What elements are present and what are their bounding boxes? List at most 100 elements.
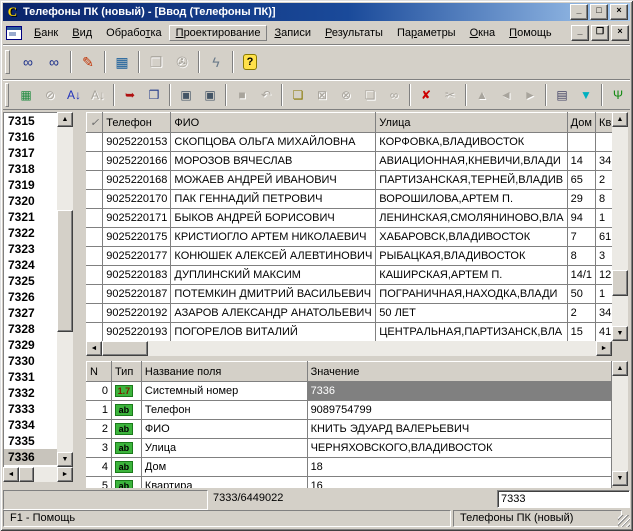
field-value-cell[interactable]: 18 — [307, 458, 611, 477]
filter-button[interactable]: ▼ — [574, 83, 598, 107]
scroll-right-icon[interactable]: ► — [596, 341, 612, 356]
field-row[interactable]: 4abДом18 — [87, 458, 612, 477]
goto-record-input[interactable] — [497, 490, 630, 508]
table-row[interactable]: 9025220170ПАК ГЕННАДИЙ ПЕТРОВИЧВОРОШИЛОВ… — [87, 190, 613, 209]
table-row[interactable]: 9025220187ПОТЕМКИН ДМИТРИЙ ВАСИЛЬЕВИЧПОГ… — [87, 285, 613, 304]
record-number-item[interactable]: 7336 — [4, 449, 58, 465]
table-horizontal-scrollbar[interactable]: ◄ ► — [86, 341, 612, 356]
table-row[interactable]: 9025220153СКОПЦОВА ОЛЬГА МИХАЙЛОВНАКОРФО… — [87, 133, 613, 152]
row-select-cell[interactable] — [87, 266, 103, 285]
column-header-phone[interactable]: Телефон — [103, 113, 171, 133]
print-all-button[interactable]: ▣ — [198, 83, 222, 107]
column-header-house[interactable]: Дом — [567, 113, 595, 133]
menu-item-proektirovanie[interactable]: Проектирование — [169, 25, 268, 41]
menu-item-rezultaty[interactable]: Результаты — [318, 25, 390, 41]
record-number-item[interactable]: 7315 — [4, 113, 58, 129]
print-record-button[interactable]: ▣ — [174, 83, 198, 107]
field-value-cell[interactable]: 7336 — [307, 382, 611, 401]
row-select-cell[interactable] — [87, 228, 103, 247]
record-number-item[interactable]: 7332 — [4, 385, 58, 401]
scroll-up-icon[interactable]: ▲ — [57, 112, 73, 127]
menu-item-zapisi[interactable]: Записи — [267, 25, 318, 41]
child-close-button[interactable]: × — [611, 25, 629, 41]
field-value-cell[interactable]: КНИТЬ ЭДУАРД ВАЛЕРЬЕВИЧ — [307, 420, 611, 439]
table-hscrollbar-thumb[interactable] — [102, 341, 148, 356]
table-scrollbar-thumb[interactable] — [612, 270, 628, 296]
table-row[interactable]: 9025220177КОНЮШЕК АЛЕКСЕЙ АЛЕВТИНОВИЧРЫБ… — [87, 247, 613, 266]
minimize-button[interactable]: _ — [570, 4, 588, 20]
search-document-button[interactable]: ∞ — [41, 49, 67, 75]
row-select-cell[interactable] — [87, 285, 103, 304]
table-row[interactable]: 9025220192АЗАРОВ АЛЕКСАНДР АНАТОЛЬЕВИЧ50… — [87, 304, 613, 323]
field-row[interactable]: 1abТелефон9089754799 — [87, 401, 612, 420]
record-number-item[interactable]: 7334 — [4, 417, 58, 433]
record-number-item[interactable]: 7318 — [4, 161, 58, 177]
field-row[interactable]: 01.7Системный номер7336 — [87, 382, 612, 401]
record-number-item[interactable]: 7335 — [4, 433, 58, 449]
field-value-cell[interactable]: 16 — [307, 477, 611, 489]
menu-item-parametry[interactable]: Параметры — [390, 25, 463, 41]
scroll-down-icon[interactable]: ▼ — [612, 326, 628, 341]
table-row[interactable]: 9025220171БЫКОВ АНДРЕЙ БОРИСОВИЧЛЕНИНСКА… — [87, 209, 613, 228]
table-row[interactable]: 9025220175КРИСТИОГЛО АРТЕМ НИКОЛАЕВИЧХАБ… — [87, 228, 613, 247]
record-form-button[interactable]: ▤ — [550, 83, 574, 107]
load-record-button[interactable]: ➥ — [118, 83, 142, 107]
menu-item-vid[interactable]: Вид — [65, 25, 99, 41]
scroll-down-icon[interactable]: ▼ — [57, 452, 73, 467]
title-bar[interactable]: C Телефоны ПК (новый) - [Ввод (Телефоны … — [3, 3, 630, 21]
field-value-cell[interactable]: 9089754799 — [307, 401, 611, 420]
row-select-cell[interactable] — [87, 190, 103, 209]
record-number-item[interactable]: 7320 — [4, 193, 58, 209]
table-row[interactable]: 9025220193ПОГОРЕЛОВ ВИТАЛИЙЦЕНТРАЛЬНАЯ,П… — [87, 323, 613, 342]
menu-item-obrabotka[interactable]: Обработка — [99, 25, 169, 41]
record-number-item[interactable]: 7333 — [4, 401, 58, 417]
sort-button[interactable]: А↓ — [62, 83, 86, 107]
column-header-fio[interactable]: ФИО — [171, 113, 376, 133]
field-value-cell[interactable]: ЧЕРНЯХОВСКОГО,ВЛАДИВОСТОК — [307, 439, 611, 458]
toolbar-grip[interactable] — [5, 50, 10, 74]
record-number-item[interactable]: 7331 — [4, 369, 58, 385]
field-row[interactable]: 5abКвартира16 — [87, 477, 612, 489]
scroll-right-icon[interactable]: ► — [57, 467, 73, 482]
record-number-item[interactable]: 7326 — [4, 289, 58, 305]
edit-mode-button[interactable]: ✎ — [75, 49, 101, 75]
table-row[interactable]: 9025220166МОРОЗОВ ВЯЧЕСЛАВАВИАЦИОННАЯ,КН… — [87, 152, 613, 171]
table-row[interactable]: 9025220183ДУПЛИНСКИЙ МАКСИМКАШИРСКАЯ,АРТ… — [87, 266, 613, 285]
record-number-item[interactable]: 7325 — [4, 273, 58, 289]
menu-item-pomosch[interactable]: Помощь — [502, 25, 559, 41]
row-select-cell[interactable] — [87, 323, 103, 342]
table-row[interactable]: 9025220168МОЖАЕВ АНДРЕЙ ИВАНОВИЧПАРТИЗАН… — [87, 171, 613, 190]
maximize-button[interactable]: □ — [590, 4, 608, 20]
record-number-item[interactable]: 7316 — [4, 129, 58, 145]
row-select-cell[interactable] — [87, 247, 103, 266]
table-vertical-scrollbar[interactable]: ▲ ▼ — [612, 112, 628, 341]
record-number-item[interactable]: 7323 — [4, 241, 58, 257]
numbers-hscrollbar-thumb[interactable] — [19, 467, 34, 482]
new-record-button[interactable]: ❏ — [286, 83, 310, 107]
scroll-up-icon[interactable]: ▲ — [612, 112, 628, 127]
scroll-up-icon[interactable]: ▲ — [612, 361, 628, 376]
record-number-item[interactable]: 7328 — [4, 321, 58, 337]
record-number-item[interactable]: 7317 — [4, 145, 58, 161]
toolbar-grip[interactable] — [5, 83, 9, 107]
numbers-vertical-scrollbar[interactable]: ▲ ▼ — [57, 112, 73, 467]
row-select-cell[interactable] — [87, 171, 103, 190]
load-book-button[interactable]: ❒ — [142, 83, 166, 107]
row-select-cell[interactable] — [87, 304, 103, 323]
header-check-icon[interactable]: ✓ — [87, 113, 103, 133]
row-select-cell[interactable] — [87, 209, 103, 228]
resize-grip[interactable] — [618, 515, 630, 527]
fields-vertical-scrollbar[interactable]: ▲ ▼ — [612, 361, 628, 486]
record-number-item[interactable]: 7327 — [4, 305, 58, 321]
quick-process-button[interactable]: ϟ — [203, 49, 229, 75]
menu-item-bank[interactable]: Банк — [27, 25, 65, 41]
child-minimize-button[interactable]: _ — [571, 25, 589, 41]
record-number-item[interactable]: 7319 — [4, 177, 58, 193]
record-number-item[interactable]: 7322 — [4, 225, 58, 241]
help-button[interactable]: ? — [237, 49, 263, 75]
record-number-item[interactable]: 7321 — [4, 209, 58, 225]
field-row[interactable]: 2abФИОКНИТЬ ЭДУАРД ВАЛЕРЬЕВИЧ — [87, 420, 612, 439]
close-button[interactable]: × — [610, 4, 628, 20]
row-select-cell[interactable] — [87, 133, 103, 152]
scroll-down-icon[interactable]: ▼ — [612, 471, 628, 486]
